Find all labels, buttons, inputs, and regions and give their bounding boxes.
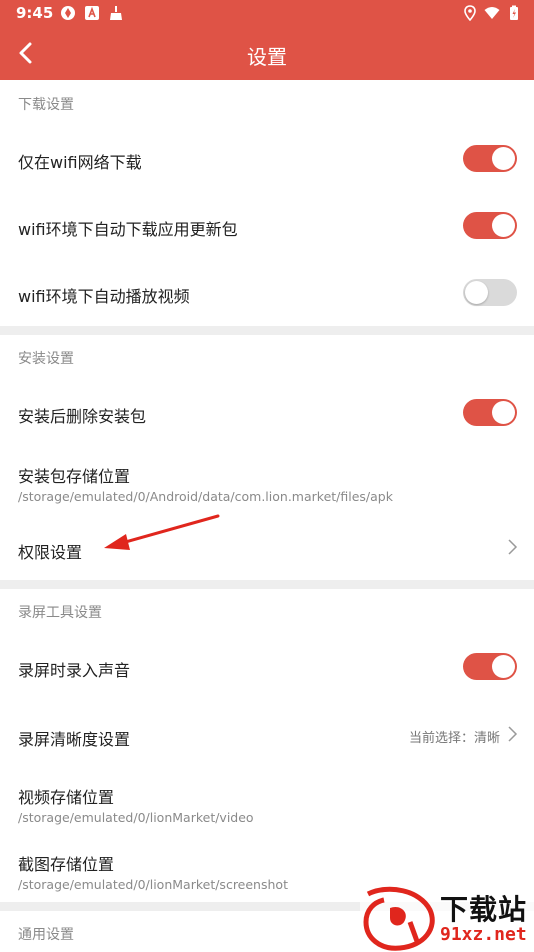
setting-label: 截图存储位置 [18, 855, 115, 874]
toggle-knob [492, 147, 515, 170]
setting-row-wifi-only[interactable]: 仅在wifi网络下载 [0, 131, 534, 187]
chevron-right-icon [508, 726, 518, 742]
auto-update-toggle[interactable] [463, 212, 517, 239]
current-quality-value: 当前选择：清晰 [408, 731, 500, 746]
toggle-knob [465, 281, 488, 304]
setting-row-video-storage[interactable]: 视频存储位置 /storage/emulated/0/lionMarket/vi… [0, 774, 534, 834]
toggle-knob [492, 214, 515, 237]
section-header-general: 通用设置 [18, 927, 74, 943]
autoplay-toggle[interactable] [463, 279, 517, 306]
page-title: 设置 [247, 45, 287, 69]
delete-after-install-toggle[interactable] [463, 399, 517, 426]
section-divider [0, 326, 534, 335]
cleaner-notification-icon [110, 6, 122, 20]
app-notification-icon [61, 6, 75, 20]
setting-label: 录屏清晰度设置 [18, 730, 131, 749]
setting-row-package-storage[interactable]: 安装包存储位置 /storage/emulated/0/Android/data… [0, 452, 534, 512]
setting-label: 视频存储位置 [18, 788, 115, 807]
watermark-url: 91xz.net [440, 924, 527, 945]
battery-icon [510, 5, 518, 20]
section-header-install: 安装设置 [18, 351, 74, 367]
location-icon [464, 5, 476, 21]
section-header-recorder: 录屏工具设置 [18, 605, 102, 621]
chevron-right-icon [508, 539, 518, 555]
wifi-icon [484, 7, 500, 19]
setting-label: wifi环境下自动播放视频 [18, 287, 190, 306]
setting-row-permissions[interactable]: 权限设置 [0, 522, 534, 572]
setting-label: 安装后删除安装包 [18, 407, 147, 426]
record-audio-toggle[interactable] [463, 653, 517, 680]
setting-path: /storage/emulated/0/lionMarket/video [18, 810, 254, 825]
status-time: 9:45 [16, 4, 54, 22]
app-bar: 设置 [0, 27, 534, 80]
wifi-only-toggle[interactable] [463, 145, 517, 172]
setting-row-record-quality[interactable]: 录屏清晰度设置 当前选择：清晰 [0, 708, 534, 764]
setting-label: 仅在wifi网络下载 [18, 153, 142, 172]
android-notification-icon [85, 6, 99, 20]
setting-row-autoplay[interactable]: wifi环境下自动播放视频 [0, 265, 534, 321]
setting-row-delete-after-install[interactable]: 安装后删除安装包 [0, 385, 534, 441]
watermark-text: 下载站 [440, 893, 528, 926]
section-header-download: 下载设置 [18, 97, 74, 113]
setting-label: 安装包存储位置 [18, 467, 131, 486]
setting-path: /storage/emulated/0/lionMarket/screensho… [18, 877, 288, 892]
toggle-knob [492, 401, 515, 424]
setting-label: wifi环境下自动下载应用更新包 [18, 220, 238, 239]
annotation-arrow-icon [104, 514, 220, 550]
status-bar: 9:45 [0, 0, 534, 27]
setting-row-auto-update[interactable]: wifi环境下自动下载应用更新包 [0, 198, 534, 254]
section-divider [0, 580, 534, 589]
setting-label: 权限设置 [18, 543, 83, 562]
toggle-knob [492, 655, 515, 678]
setting-label: 录屏时录入声音 [18, 661, 131, 680]
setting-row-record-audio[interactable]: 录屏时录入声音 [0, 639, 534, 695]
setting-path: /storage/emulated/0/Android/data/com.lio… [18, 489, 393, 504]
